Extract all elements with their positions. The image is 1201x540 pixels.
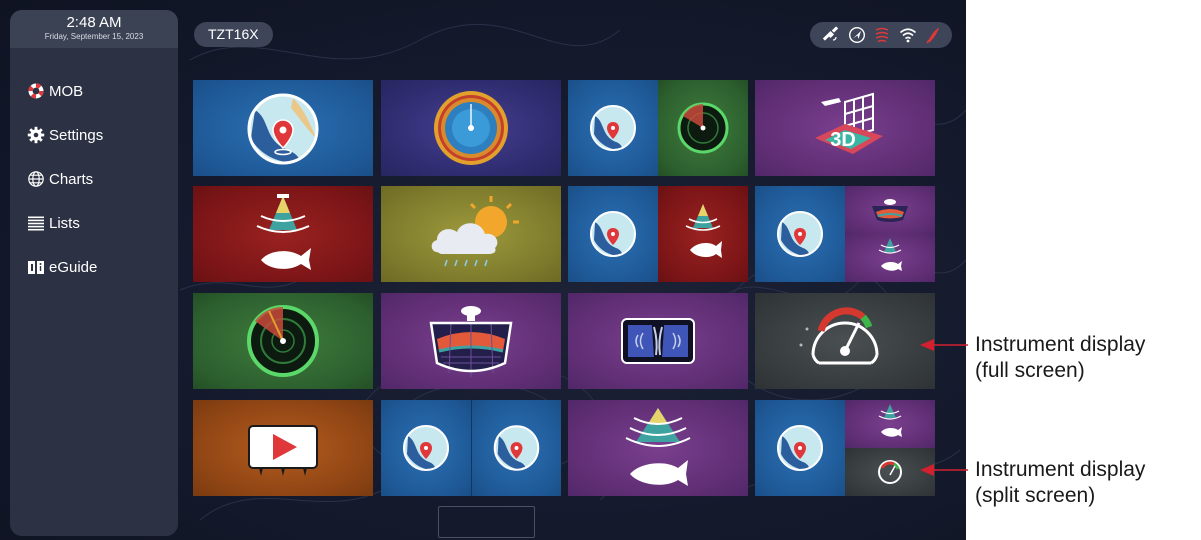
weather-icon [431,196,519,267]
fish-finder-icon [878,238,902,271]
split-pane-instrument [845,448,935,496]
chart-icon [403,425,449,471]
tile-instrument-full[interactable] [755,293,935,389]
chart-icon [493,425,540,471]
sidebar-item-lists[interactable]: Lists [10,201,178,245]
tile-sonar[interactable] [381,293,561,389]
fish-finder-icon [685,204,722,258]
book-icon [28,261,44,274]
gauge-icon [878,460,902,484]
tile-video[interactable] [193,400,373,496]
sidebar-item-label: MOB [49,82,84,100]
sidebar-item-label: Settings [49,126,104,144]
sidebar-item-settings[interactable]: Settings [10,113,178,157]
tile-fish-finder-wide[interactable] [568,400,748,496]
tile-fish-finder[interactable] [193,186,373,282]
split-pane-chart [568,186,658,282]
radar-overlay-icon [434,91,508,165]
split-pane-chart [755,400,845,496]
split-pane-radar [658,80,748,176]
callout-line-1: Instrument display [975,333,1146,356]
gear-icon [27,126,45,144]
sidebar-item-label: Charts [49,170,94,188]
chart-icon [590,105,636,151]
callout-instrument-full: Instrument display (full screen) [975,332,1145,384]
tile-radar[interactable] [193,293,373,389]
sidebar-item-charts[interactable]: Charts [10,157,178,201]
chart-icon [777,425,823,471]
model-badge: TZT16X [194,22,273,47]
split-pane-fish-finder [845,234,935,282]
split-pane-fish-finder [658,186,748,282]
3d-label: 3D [830,129,856,151]
chart-icon [590,211,636,257]
chart-icon [777,211,823,257]
sonar-icon [872,199,908,222]
video-play-icon [248,425,318,476]
tile-chart-radar[interactable] [568,80,748,176]
3d-sounder-icon: 3D [815,92,883,154]
sidebar-item-mob[interactable]: MOB [10,69,178,113]
clock-date: Friday, September 15, 2023 [44,32,144,41]
split-pane-chart-right [471,400,561,496]
fish-finder-icon [878,404,902,437]
tile-side-scan[interactable] [568,293,748,389]
split-pane-fish-finder [845,400,935,448]
chart-icon [247,93,319,165]
split-pane-sonar [845,186,935,234]
tile-radar-overlay[interactable] [381,80,561,176]
status-bar[interactable] [810,22,952,48]
radar-icon [677,102,729,154]
tile-3d[interactable]: 3D [755,80,935,176]
tile-chart-fish-finder[interactable] [568,186,748,282]
list-icon [28,216,44,231]
sidebar-item-label: Lists [49,214,80,232]
sidebar-item-label: eGuide [49,258,98,276]
callout-line-1: Instrument display [975,458,1146,481]
tile-chart-fish-instrument[interactable] [755,400,935,496]
callout-line-2: (split screen) [975,484,1096,507]
home-screen: 2:48 AM Friday, September 15, 2023 MOB S… [0,0,966,540]
clock: 2:48 AM Friday, September 15, 2023 [10,10,178,48]
sonar-icon [875,27,889,43]
tile-chart-chart[interactable] [381,400,561,496]
tile-chart-sonar-fish[interactable] [755,186,935,282]
bottom-tile-slot[interactable] [438,506,535,538]
sidebar: 2:48 AM Friday, September 15, 2023 MOB S… [10,10,178,536]
gauge-icon [799,307,879,365]
radar-icon [247,305,319,377]
globe-icon [28,171,44,187]
tile-weather[interactable] [381,186,561,282]
fish-finder-icon [256,194,311,270]
fish-finder-icon [625,408,691,486]
tile-chart[interactable] [193,80,373,176]
split-pane-chart-left [381,400,471,496]
side-scan-icon [621,318,695,364]
callout-line-2: (full screen) [975,359,1085,382]
bluetooth-icon [926,27,939,44]
clock-time: 2:48 AM [66,14,122,31]
satellite-icon [822,26,839,41]
split-pane-chart [568,80,658,176]
navigation-icon [848,26,866,44]
sidebar-item-eguide[interactable]: eGuide [10,245,178,289]
wifi-icon [899,28,917,43]
callout-instrument-split: Instrument display (split screen) [975,457,1145,509]
sidebar-menu: MOB Settings Charts Lists eGuide [10,69,178,289]
sonar-icon [429,306,513,377]
split-pane-chart [755,186,845,282]
lifebuoy-icon [28,83,44,99]
